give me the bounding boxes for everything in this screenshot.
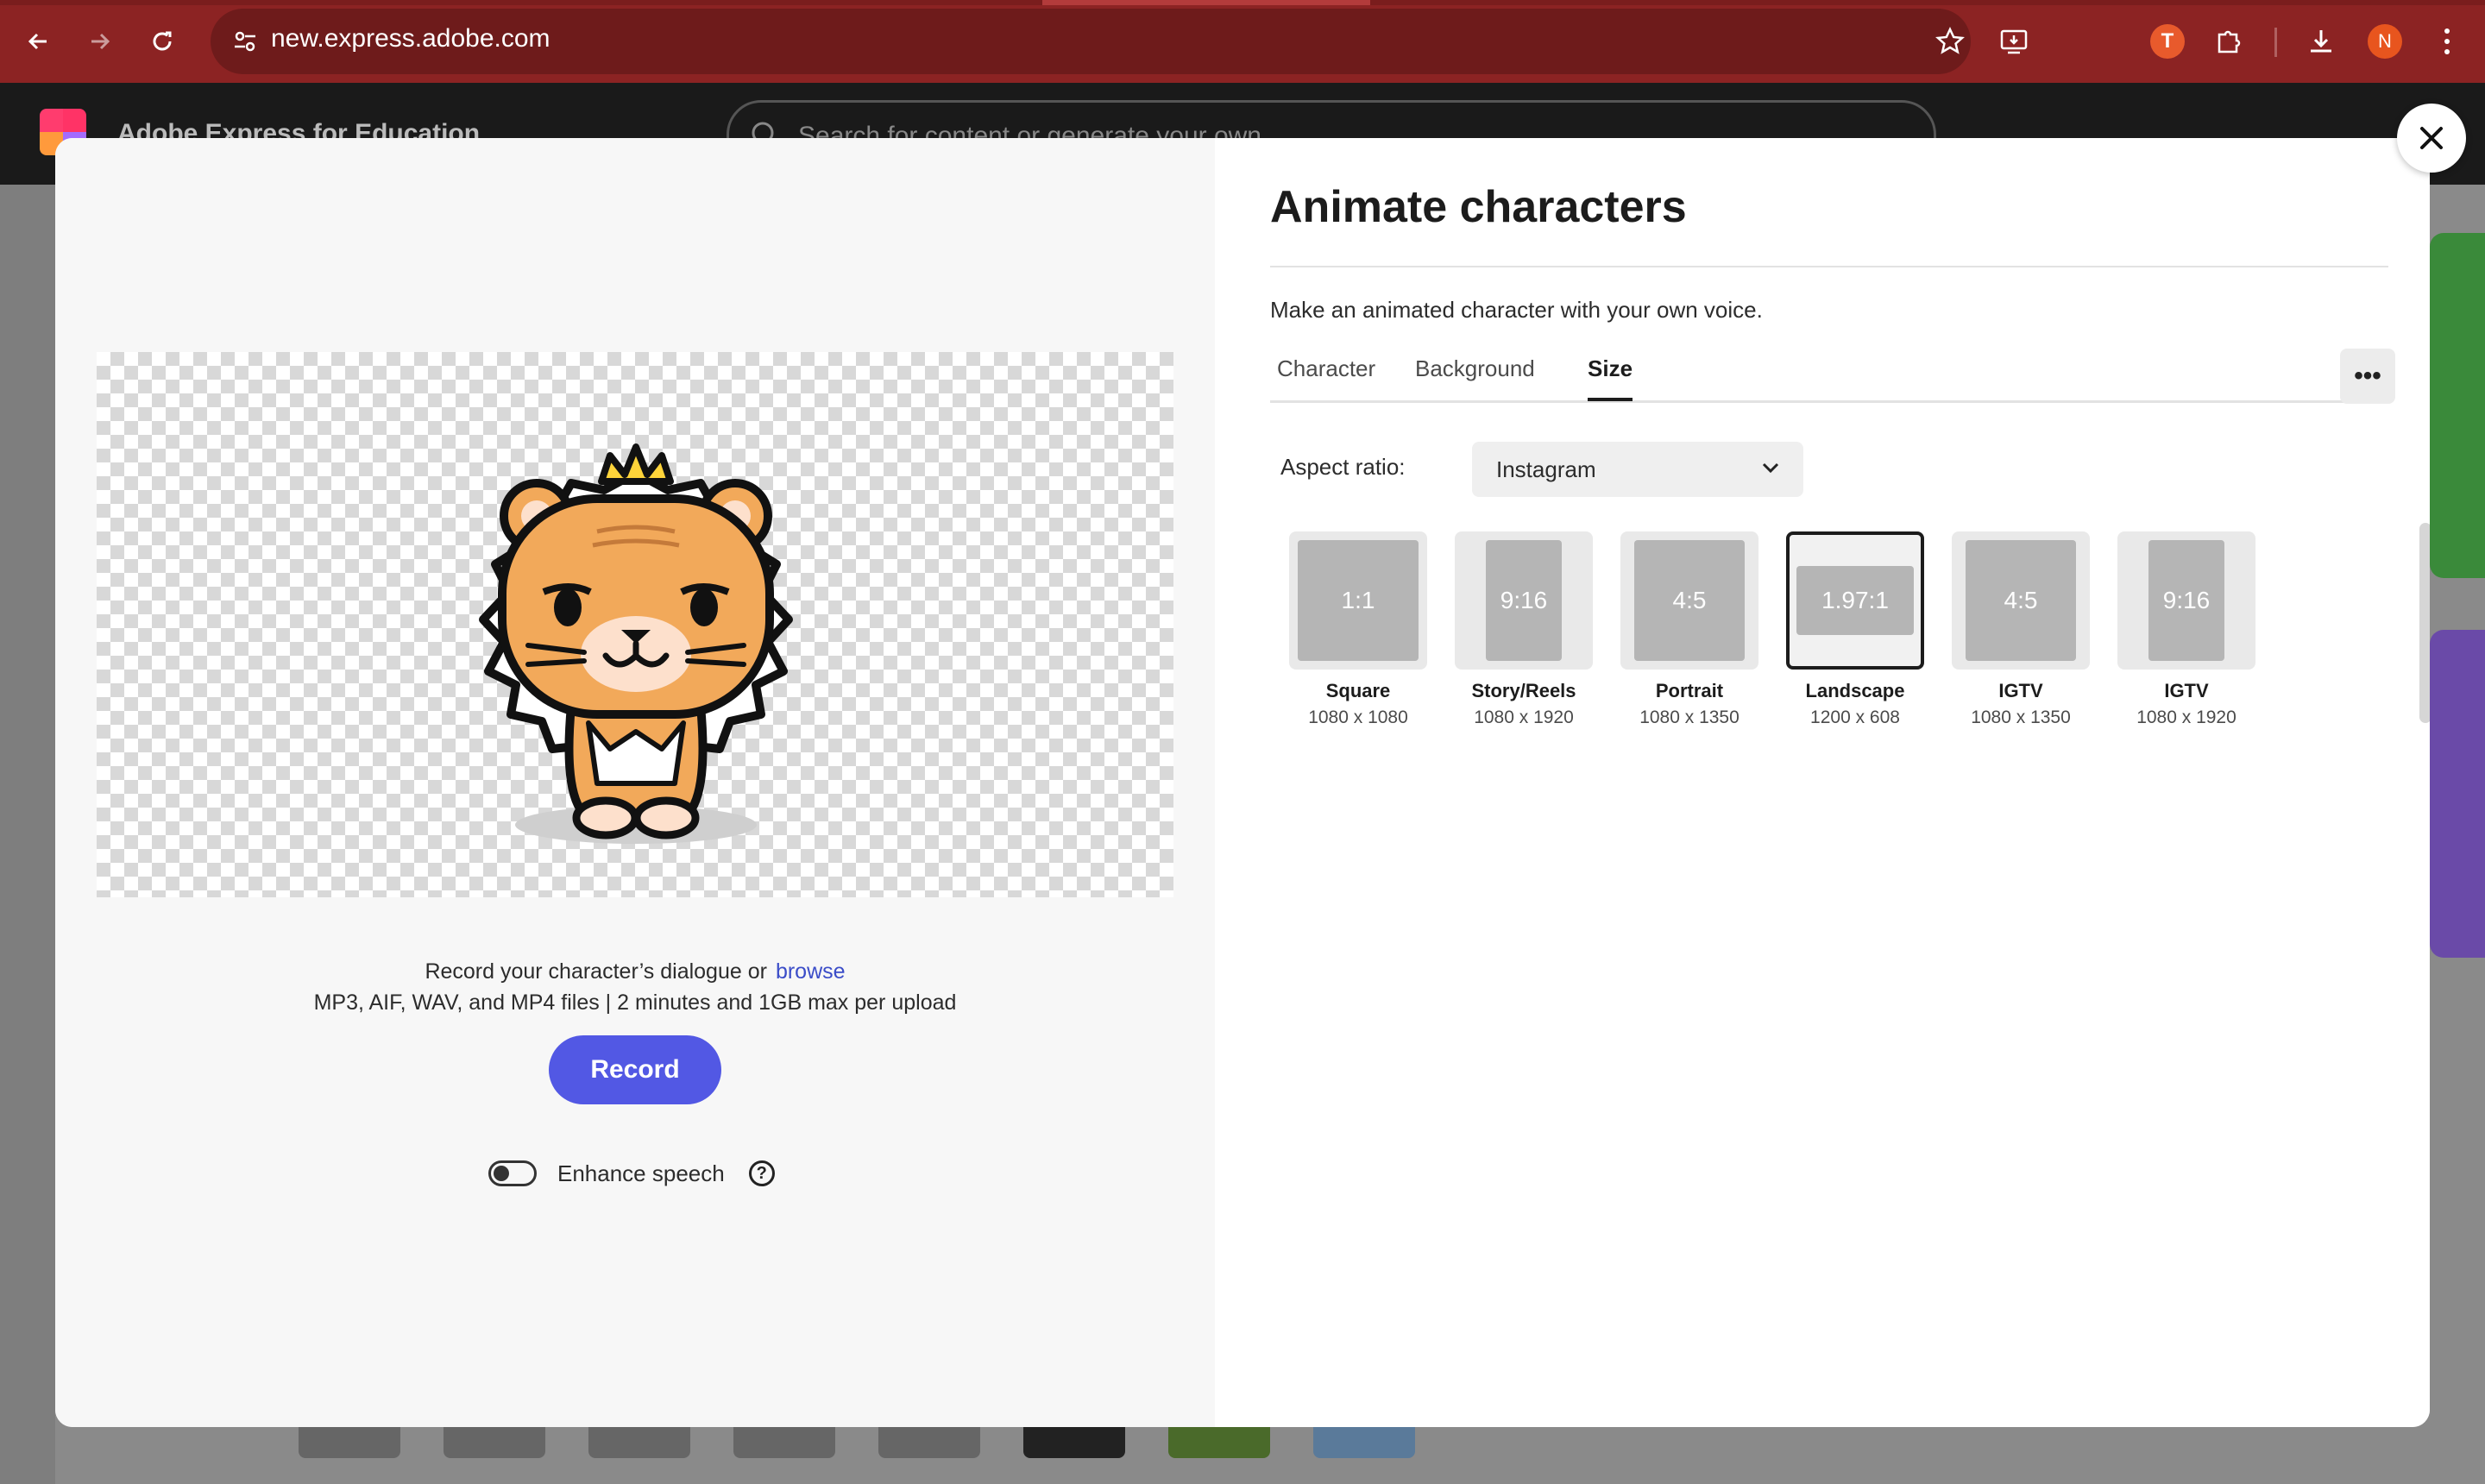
reload-icon[interactable] xyxy=(140,19,185,64)
size-dimensions: 1200 x 608 xyxy=(1810,707,1900,727)
extension-t-icon[interactable]: T xyxy=(2150,24,2185,59)
profile-avatar[interactable]: N xyxy=(2368,24,2402,59)
enhance-speech-row: Enhance speech ? xyxy=(488,1154,775,1192)
enhance-speech-label: Enhance speech xyxy=(557,1160,725,1186)
site-info-icon[interactable] xyxy=(224,21,266,62)
size-card-frame: 4:5 xyxy=(1620,531,1758,670)
url-text: new.express.adobe.com xyxy=(271,24,550,53)
aspect-ratio-label: Aspect ratio: xyxy=(1280,454,1406,480)
toggle-knob xyxy=(494,1166,509,1181)
ratio-preview: 9:16 xyxy=(2148,540,2224,661)
install-app-icon[interactable] xyxy=(1991,19,2036,64)
size-dimensions: 1080 x 1350 xyxy=(1639,707,1740,727)
more-options-icon[interactable]: ••• xyxy=(2340,349,2395,404)
size-name: Story/Reels xyxy=(1471,680,1576,701)
size-card-frame: 9:16 xyxy=(1455,531,1593,670)
close-icon xyxy=(2420,127,2443,149)
preview-pane: Record your character’s dialogue or brows… xyxy=(55,138,1215,1427)
ratio-preview: 1:1 xyxy=(1298,540,1419,661)
size-name: Portrait xyxy=(1655,680,1724,701)
back-icon[interactable] xyxy=(16,19,60,64)
size-list-scrollbar[interactable] xyxy=(2419,523,2430,723)
background-banner xyxy=(2430,233,2485,578)
size-card-portrait[interactable]: 4:5 Portrait 1080 x 1350 xyxy=(1620,531,1758,739)
animate-characters-modal: Record your character’s dialogue or brows… xyxy=(55,138,2430,1427)
file-info-text: MP3, AIF, WAV, and MP4 files | 2 minutes… xyxy=(313,990,957,1015)
size-name: IGTV xyxy=(2164,680,2209,701)
ratio-preview: 1.97:1 xyxy=(1796,566,1914,635)
aspect-ratio-value: Instagram xyxy=(1496,456,1596,482)
tab-strip xyxy=(0,0,2485,5)
bookmark-star-icon[interactable] xyxy=(1928,19,1972,64)
app-sidebar xyxy=(0,185,55,1484)
size-card-frame: 9:16 xyxy=(2117,531,2255,670)
address-bar[interactable]: new.express.adobe.com xyxy=(211,9,2028,74)
background-banner xyxy=(2430,630,2485,958)
enhance-speech-toggle[interactable] xyxy=(488,1160,537,1186)
chevron-down-icon xyxy=(1762,462,1779,474)
help-icon[interactable]: ? xyxy=(748,1160,775,1186)
toolbar-separator xyxy=(2274,28,2277,57)
download-icon[interactable] xyxy=(2299,19,2343,64)
tab-size[interactable]: Size xyxy=(1588,355,1633,401)
size-dimensions: 1080 x 1920 xyxy=(2136,707,2236,727)
close-modal-button[interactable] xyxy=(2397,104,2466,173)
size-dimensions: 1080 x 1350 xyxy=(1971,707,2071,727)
size-name: Landscape xyxy=(1805,680,1905,701)
aspect-ratio-select[interactable]: Instagram xyxy=(1472,442,1803,497)
ratio-preview: 4:5 xyxy=(1966,540,2076,661)
size-card-igtv[interactable]: 4:5 IGTV 1080 x 1350 xyxy=(1952,531,2090,739)
forward-icon[interactable] xyxy=(78,19,123,64)
size-card-square[interactable]: 1:1 Square 1080 x 1080 xyxy=(1289,531,1427,739)
size-name: IGTV xyxy=(1998,680,2043,701)
ratio-preview: 4:5 xyxy=(1634,540,1745,661)
size-dimensions: 1080 x 1920 xyxy=(1474,707,1574,727)
size-card-frame: 1.97:1 xyxy=(1786,531,1924,670)
browser-menu-icon[interactable] xyxy=(2425,19,2469,64)
browse-link[interactable]: browse xyxy=(776,959,846,984)
modal-title: Animate characters xyxy=(1270,182,1687,232)
extensions-puzzle-icon[interactable] xyxy=(2207,19,2252,64)
ratio-preview: 9:16 xyxy=(1486,540,1562,661)
size-card-landscape[interactable]: 1.97:1 Landscape 1200 x 608 xyxy=(1786,531,1924,739)
size-card-frame: 1:1 xyxy=(1289,531,1427,670)
size-name: Square xyxy=(1325,680,1391,701)
character-preview-canvas xyxy=(97,352,1173,897)
browser-toolbar: new.express.adobe.com T N xyxy=(0,0,2485,83)
settings-tabs: Character Background Size xyxy=(1270,350,2388,403)
size-card-story-reels[interactable]: 9:16 Story/Reels 1080 x 1920 xyxy=(1455,531,1593,739)
lion-character-image xyxy=(479,443,793,844)
title-divider xyxy=(1270,266,2388,267)
record-prompt-text: Record your character’s dialogue or xyxy=(425,959,767,984)
size-card-igtv-vertical[interactable]: 9:16 IGTV 1080 x 1920 xyxy=(2117,531,2255,739)
settings-pane: Animate characters Make an animated char… xyxy=(1215,138,2430,1427)
size-card-frame: 4:5 xyxy=(1952,531,2090,670)
modal-subtitle: Make an animated character with your own… xyxy=(1270,297,1763,323)
size-dimensions: 1080 x 1080 xyxy=(1308,707,1408,727)
active-tab-indicator xyxy=(1042,0,1370,5)
record-button[interactable]: Record xyxy=(549,1035,721,1104)
tab-background[interactable]: Background xyxy=(1415,355,1535,398)
tab-character[interactable]: Character xyxy=(1277,355,1375,398)
record-prompt-line: Record your character’s dialogue or brows… xyxy=(55,959,1215,984)
